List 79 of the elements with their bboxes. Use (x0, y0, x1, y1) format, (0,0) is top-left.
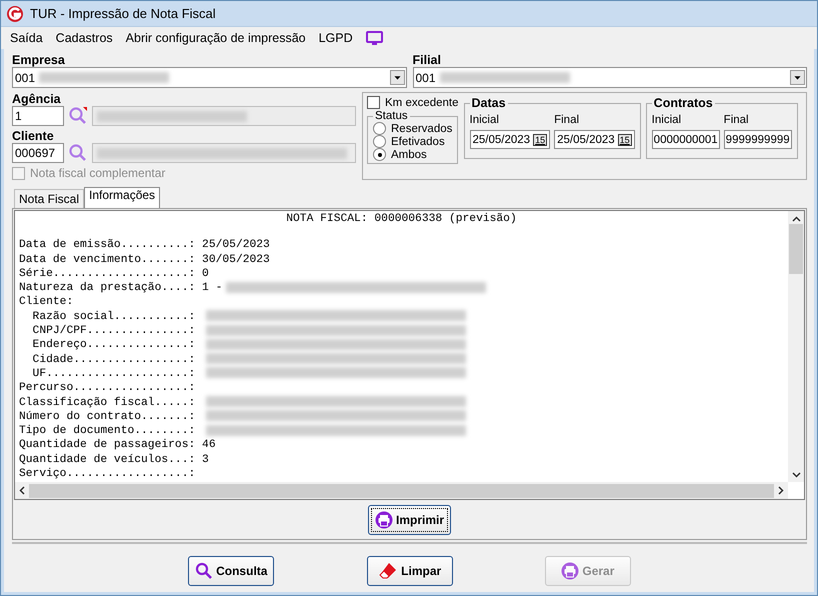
radio-label: Efetivados (391, 136, 445, 148)
end-contract-field[interactable]: 9999999999 (724, 130, 792, 149)
report-value: 25/05/2023 (202, 239, 270, 252)
group-title: Contratos (652, 96, 714, 110)
action-button[interactable]: Limpar (366, 556, 453, 586)
field-label: Cliente (12, 129, 55, 143)
field-label: Empresa (12, 53, 66, 67)
field-label: Inicial (470, 114, 500, 126)
start-date-field[interactable]: 25/05/2023 15 (470, 130, 550, 149)
radio-button[interactable] (373, 122, 386, 135)
start-contract-field[interactable]: 0000000001 (652, 130, 720, 149)
report-value: 0 (202, 268, 209, 280)
radio-label: Reservados (391, 122, 452, 134)
printer-icon (374, 511, 393, 529)
scroll-down-icon[interactable] (792, 472, 800, 478)
branch-dropdown[interactable]: 001 (412, 67, 807, 88)
company-dropdown[interactable]: 001 (12, 67, 406, 88)
field-label: Final (724, 114, 750, 126)
field-label: Filial (412, 53, 442, 67)
scroll-thumb[interactable] (789, 224, 803, 274)
menu-item[interactable]: Cadastros (56, 31, 113, 46)
radio-button[interactable] (373, 148, 386, 161)
report-label: Data de vencimento.......: (19, 254, 196, 266)
eraser-icon (378, 562, 398, 580)
report-value: 30/05/2023 (202, 254, 270, 266)
report-label: Classificação fiscal.....: (19, 396, 196, 409)
radio-button[interactable] (373, 135, 386, 148)
group-title: Datas (470, 96, 507, 110)
report-label: Cliente: (19, 296, 74, 308)
scroll-left-icon[interactable] (19, 486, 25, 495)
menu-item[interactable]: Abrir configuração de impressão (126, 31, 306, 46)
report-value: 46 (202, 439, 216, 452)
report-label: Cidade.................: (32, 354, 196, 366)
group-title: Status (374, 110, 409, 122)
action-button[interactable]: Consulta (188, 556, 274, 586)
report-label: Percurso.................: (19, 382, 196, 394)
horizontal-scrollbar[interactable] (15, 482, 788, 499)
report-label: Serviço..................: (19, 468, 196, 480)
checkbox[interactable] (367, 96, 380, 109)
report-label: Tipo de documento........: (19, 425, 196, 438)
report-label: Número do contrato.......: (19, 410, 196, 423)
report-label: Data de emissão..........: (19, 239, 196, 252)
field-label: Agência (12, 92, 62, 106)
print-button[interactable]: Imprimir (368, 505, 451, 535)
radio-label: Ambos (391, 148, 427, 160)
checkbox-label: Nota fiscal complementar (30, 166, 166, 180)
tab[interactable]: Informações (84, 187, 160, 208)
agency-code-field[interactable]: 1 (12, 106, 64, 126)
field-label: Final (554, 114, 580, 126)
window-title: TUR - Impressão de Nota Fiscal (30, 6, 216, 22)
calendar-button[interactable]: 15 (618, 134, 632, 146)
search-icon[interactable] (68, 143, 88, 163)
report-value: 1 - (202, 282, 222, 294)
menu-item[interactable]: Saída (10, 31, 43, 46)
monitor-icon[interactable] (366, 30, 383, 46)
app-logo-icon (6, 4, 24, 23)
vertical-scrollbar[interactable] (788, 211, 804, 482)
calendar-button[interactable]: 15 (533, 134, 548, 146)
report-title: NOTA FISCAL: 0000006338 (previsão) (285, 212, 518, 226)
scroll-thumb[interactable] (29, 484, 774, 498)
report-value: 3 (202, 454, 209, 466)
report-label: Razão social...........: (32, 310, 196, 323)
report-label: Série....................: (19, 268, 196, 280)
report-label: UF.....................: (32, 368, 196, 380)
end-date-field[interactable]: 25/05/2023 15 (554, 130, 635, 149)
report-label: Natureza da prestação....: (19, 282, 196, 294)
printer-icon (561, 562, 580, 580)
checkbox-label: Km excedente (385, 96, 459, 108)
client-code-field[interactable]: 000697 (12, 143, 64, 163)
report-label: Endereço...............: (32, 339, 196, 352)
field-label: Inicial (652, 114, 682, 126)
search-icon (195, 562, 214, 580)
scroll-up-icon[interactable] (792, 216, 800, 222)
report-label: Quantidade de veículos...: (19, 454, 196, 466)
search-icon[interactable] (68, 106, 88, 126)
menu-item[interactable]: LGPD (318, 31, 353, 46)
scroll-right-icon[interactable] (778, 486, 784, 495)
report-label: CNPJ/CPF...............: (32, 325, 196, 338)
report-label: Quantidade de passageiros: (19, 439, 196, 452)
